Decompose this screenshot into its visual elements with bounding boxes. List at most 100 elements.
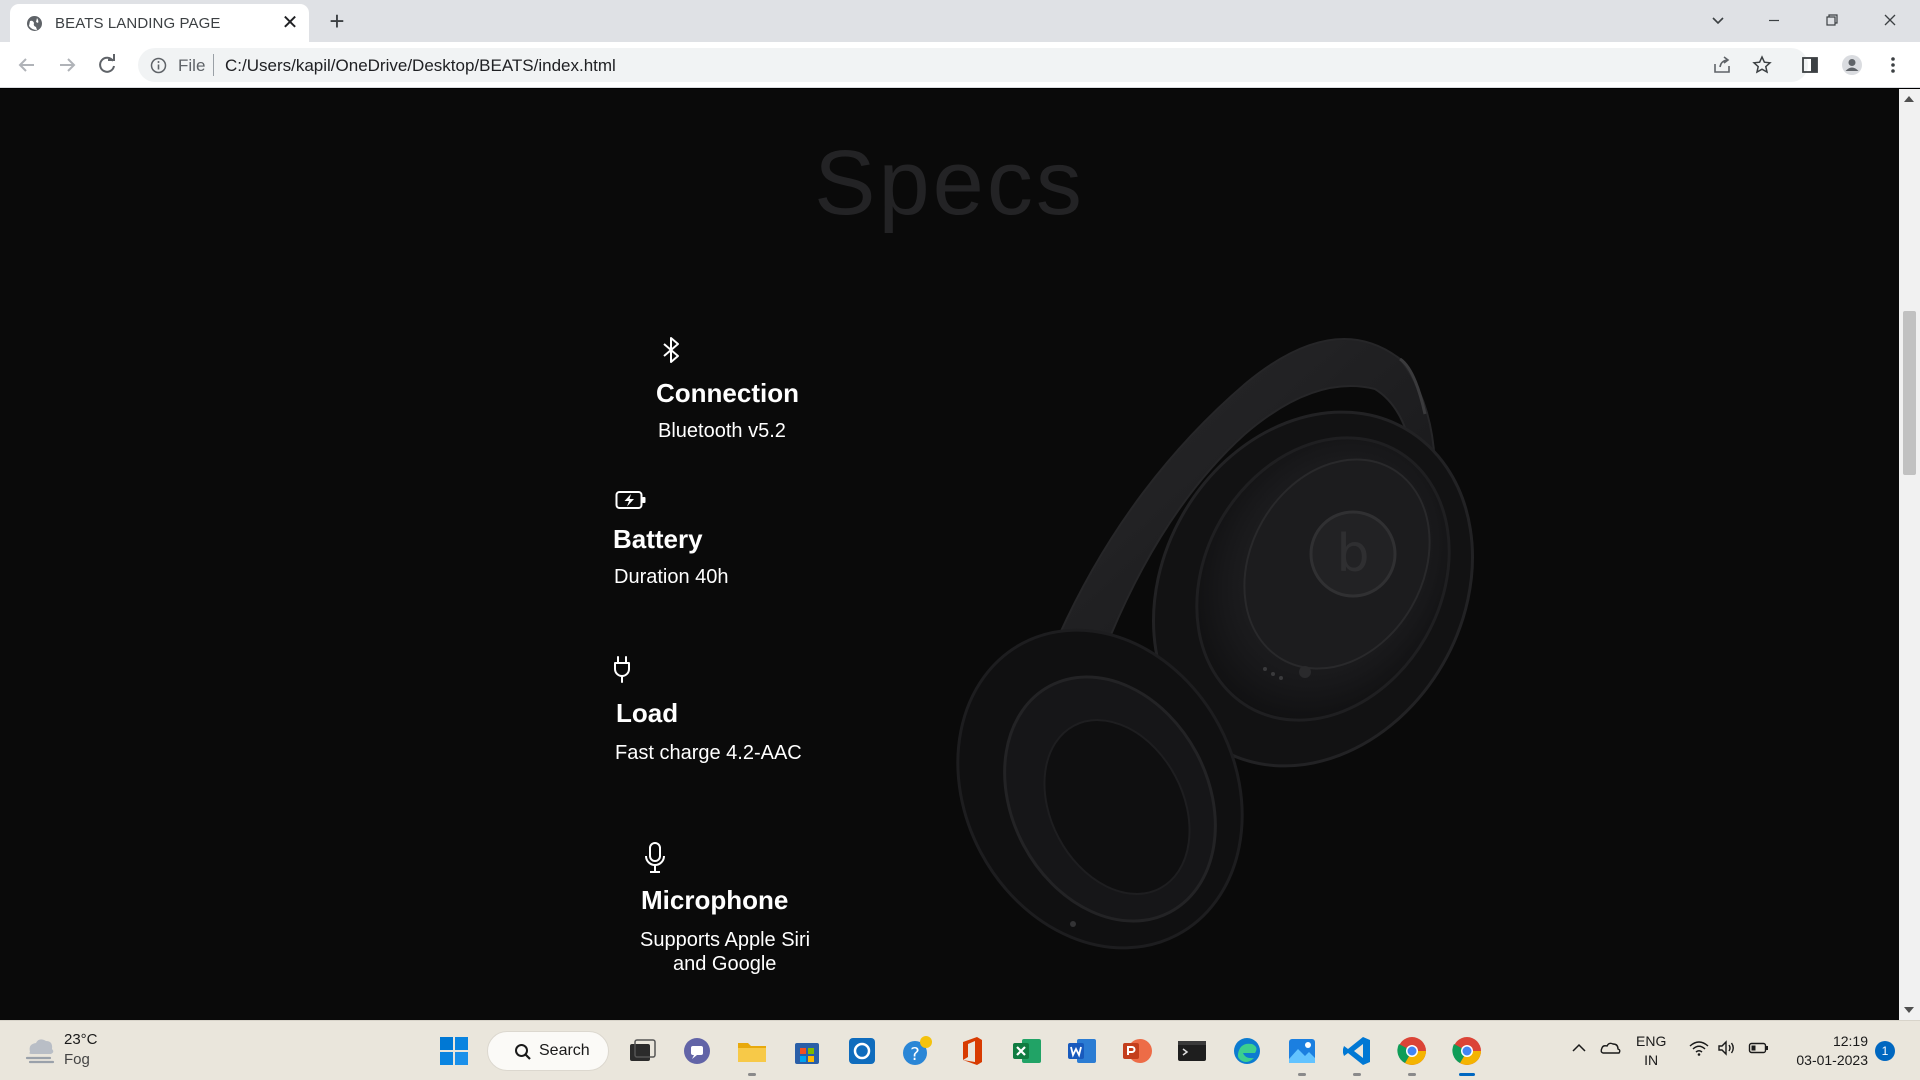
- arrow-left-icon: [18, 58, 34, 72]
- tab-close-icon[interactable]: ✕: [281, 13, 299, 33]
- office-app[interactable]: [955, 1034, 989, 1068]
- browser-menu-button[interactable]: [1880, 52, 1906, 78]
- star-icon: [1752, 55, 1772, 74]
- windows-taskbar: 23°C Fog Search ? ENG IN 12:19 03-01-202…: [0, 1020, 1920, 1080]
- bookmark-button[interactable]: [1749, 52, 1775, 78]
- file-explorer-app[interactable]: [735, 1034, 769, 1068]
- svg-text:b: b: [1336, 524, 1369, 584]
- tips-app[interactable]: ?: [900, 1034, 934, 1068]
- url-scheme-label: File: [178, 56, 206, 75]
- wifi-icon[interactable]: [1688, 1039, 1710, 1057]
- onedrive-cloud-icon[interactable]: [1599, 1039, 1621, 1057]
- taskbar-search[interactable]: Search: [487, 1031, 609, 1071]
- edge-app[interactable]: [1230, 1034, 1264, 1068]
- photos-icon: [1289, 1039, 1315, 1063]
- profile-button[interactable]: [1839, 52, 1865, 78]
- spec-value: Fast charge 4.2-AAC: [615, 742, 802, 764]
- scrollbar-thumb[interactable]: [1903, 311, 1916, 475]
- share-button[interactable]: [1709, 52, 1735, 78]
- scroll-down-icon[interactable]: [1904, 1007, 1914, 1013]
- vscode-app[interactable]: [1340, 1034, 1374, 1068]
- reload-button[interactable]: [94, 52, 120, 78]
- system-clock[interactable]: 12:19 03-01-2023: [1786, 1032, 1868, 1070]
- weather-condition[interactable]: Fog: [64, 1051, 90, 1068]
- more-vertical-icon: [1891, 57, 1895, 73]
- globe-icon: [27, 16, 42, 31]
- bluetooth-icon: [663, 337, 679, 363]
- forward-button[interactable]: [54, 52, 80, 78]
- chevron-up-icon[interactable]: [1570, 1039, 1588, 1057]
- info-icon[interactable]: [150, 57, 167, 74]
- vscode-icon: [1343, 1037, 1370, 1065]
- running-indicator: [1353, 1073, 1361, 1076]
- spec-name: Battery: [613, 524, 703, 554]
- browser-toolbar: File C:/Users/kapil/OneDrive/Desktop/BEA…: [0, 42, 1920, 88]
- chrome-active-app[interactable]: [1450, 1034, 1484, 1068]
- arrow-right-icon: [60, 58, 76, 72]
- weather-temperature[interactable]: 23°C: [64, 1031, 98, 1048]
- store-icon: [795, 1043, 819, 1064]
- spec-battery: Battery Duration 40h: [613, 489, 729, 589]
- active-app-indicator: [1459, 1073, 1475, 1076]
- fog-weather-icon[interactable]: [22, 1032, 58, 1068]
- start-button[interactable]: [437, 1034, 471, 1068]
- page-scrollbar[interactable]: [1899, 89, 1920, 1020]
- side-panel-icon: [1802, 57, 1818, 73]
- word-icon: [1068, 1039, 1096, 1063]
- teams-chat-app[interactable]: [680, 1034, 714, 1068]
- battery-icon[interactable]: [1748, 1039, 1770, 1057]
- url-text[interactable]: C:/Users/kapil/OneDrive/Desktop/BEATS/in…: [225, 56, 616, 76]
- page-viewport: Specs Connection Bluetooth v5.2 Battery …: [0, 89, 1899, 1020]
- folder-icon: [738, 1043, 766, 1062]
- volume-icon[interactable]: [1716, 1039, 1738, 1057]
- notification-badge[interactable]: 1: [1875, 1041, 1895, 1061]
- lang-region: IN: [1644, 1052, 1659, 1068]
- microsoft-store-app[interactable]: [790, 1034, 824, 1068]
- close-window-button[interactable]: [1862, 0, 1920, 40]
- microphone-icon: [645, 842, 665, 873]
- excel-app[interactable]: [1010, 1034, 1044, 1068]
- spec-name: Microphone: [641, 885, 789, 915]
- close-icon: [1884, 14, 1896, 26]
- headphones-image: b: [956, 338, 1474, 950]
- scroll-up-icon[interactable]: [1904, 96, 1914, 102]
- address-bar[interactable]: File C:/Users/kapil/OneDrive/Desktop/BEA…: [138, 48, 1808, 82]
- running-indicator: [1298, 1073, 1306, 1076]
- minimize-button[interactable]: [1746, 0, 1804, 40]
- spec-value: Duration 40h: [614, 566, 729, 588]
- input-language[interactable]: ENG IN: [1636, 1032, 1666, 1070]
- chrome-app[interactable]: [1395, 1034, 1429, 1068]
- browser-tab[interactable]: BEATS LANDING PAGE ✕: [10, 4, 309, 42]
- edge-icon: [1234, 1038, 1260, 1064]
- onenote-app[interactable]: [845, 1034, 879, 1068]
- side-panel-button[interactable]: [1797, 52, 1823, 78]
- minimize-icon: [1769, 19, 1779, 22]
- terminal-app[interactable]: [1175, 1034, 1209, 1068]
- photos-app[interactable]: [1285, 1034, 1319, 1068]
- specs-heading: Specs: [814, 132, 1085, 234]
- teams-chat-icon: [684, 1038, 710, 1064]
- svg-text:?: ?: [910, 1044, 920, 1065]
- tab-title: BEATS LANDING PAGE: [55, 15, 221, 32]
- search-icon: [515, 1044, 531, 1060]
- tips-icon: ?: [903, 1036, 932, 1065]
- tab-search-button[interactable]: [1690, 0, 1748, 40]
- powerpoint-app[interactable]: [1120, 1034, 1154, 1068]
- clock-time: 12:19: [1832, 1033, 1868, 1049]
- spec-value-line: and Google: [673, 953, 777, 975]
- running-indicator: [1408, 1073, 1416, 1076]
- spec-load: Load Fast charge 4.2-AAC: [612, 655, 802, 765]
- avatar-icon: [1842, 55, 1862, 75]
- running-indicator: [748, 1073, 756, 1076]
- task-view-button[interactable]: [625, 1034, 659, 1068]
- clock-date: 03-01-2023: [1796, 1052, 1868, 1068]
- share-icon: [1714, 56, 1730, 73]
- spec-value-line: Supports Apple Siri: [640, 929, 811, 951]
- windows-logo-icon: [440, 1037, 468, 1065]
- new-tab-button[interactable]: +: [324, 8, 350, 34]
- word-app[interactable]: [1065, 1034, 1099, 1068]
- battery-charging-icon: [615, 491, 646, 509]
- back-button[interactable]: [14, 52, 40, 78]
- restore-button[interactable]: [1804, 0, 1862, 40]
- url-separator: [213, 54, 214, 76]
